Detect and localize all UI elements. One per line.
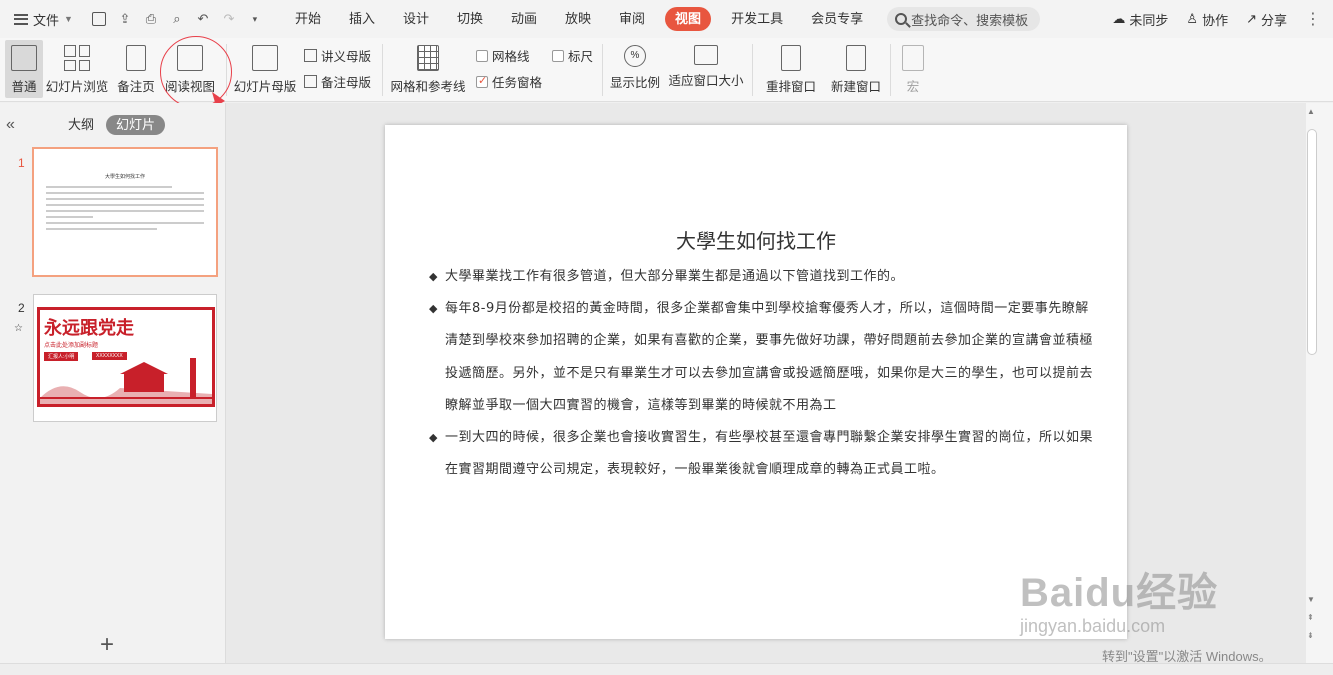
notes-master-icon: [304, 75, 317, 88]
macro-button[interactable]: 宏: [896, 40, 930, 98]
handout-master-label: 讲义母版: [321, 50, 372, 64]
task-pane-checkbox-box: [476, 74, 488, 88]
gridlines-label: 网格线: [492, 50, 530, 64]
ruler-checkbox[interactable]: 标尺: [552, 46, 593, 65]
prev-slide-icon[interactable]: ⇞: [1307, 613, 1314, 622]
command-search-box[interactable]: 查找命令、搜索模板: [887, 7, 1041, 31]
bullet-item: 大學畢業找工作有很多管道，但大部分畢業生都是通過以下管道找到工作的。: [429, 261, 1099, 293]
grid-guides-button[interactable]: 网格和参考线: [390, 40, 466, 98]
slide-title[interactable]: 大學生如何找工作: [385, 225, 1127, 254]
new-window-icon: [846, 45, 866, 71]
collab-label: 协作: [1202, 12, 1229, 28]
tab-animations[interactable]: 动画: [497, 7, 551, 31]
cloud-icon: ☁: [1112, 11, 1126, 26]
handout-master-icon: [304, 49, 317, 62]
current-slide[interactable]: 大學生如何找工作 大學畢業找工作有很多管道，但大部分畢業生都是通過以下管道找到工…: [385, 125, 1127, 639]
grid-guides-label: 网格和参考线: [390, 80, 466, 94]
scroll-down-icon[interactable]: ▼: [1307, 595, 1315, 604]
arrange-window-icon: [781, 45, 801, 71]
ribbon-separator: [752, 44, 753, 96]
ribbon-separator: [382, 44, 383, 96]
tab-slides[interactable]: 幻灯片: [106, 115, 166, 135]
arrange-window-button[interactable]: 重排窗口: [760, 40, 822, 98]
share-label: 分享: [1260, 12, 1287, 28]
arrange-window-label: 重排窗口: [765, 80, 816, 94]
baidu-watermark: Baidu经验: [1020, 571, 1219, 615]
handout-master-button[interactable]: 讲义母版: [304, 46, 371, 65]
macro-label: 宏: [906, 80, 920, 94]
vertical-scrollbar[interactable]: ▲ ▼ ⇞ ⇟: [1306, 103, 1333, 663]
header-actions: ☁ 未同步 ♙ 协作 ↗ 分享 ⋮: [1112, 0, 1321, 38]
notes-master-button[interactable]: 备注母版: [304, 72, 371, 91]
slide-body[interactable]: 大學畢業找工作有很多管道，但大部分畢業生都是通過以下管道找到工作的。 每年8-9…: [429, 261, 1099, 486]
baidu-watermark-url: jingyan.baidu.com: [1020, 616, 1166, 636]
scroll-up-icon[interactable]: ▲: [1307, 107, 1315, 116]
thumb-title: 大學生如何找工作: [104, 174, 145, 180]
sync-label: 未同步: [1129, 12, 1169, 28]
bullet-item: 每年8-9月份都是校招的黃金時間，很多企業都會集中到學校搶奪優秀人才，所以，這個…: [429, 293, 1099, 422]
bullet-item: 一到大四的時候，很多企業也會接收實習生，有些學校甚至還會專門聯繫企業安排學生實習…: [429, 422, 1099, 486]
wps-presentation-window: 文件 ▼ ⇪ ⎙ ⌕ ↶ ↷ ▾ 开始 插入 设计 切换 动画 放映 审阅 视图…: [0, 0, 1333, 675]
fit-window-icon: [694, 45, 718, 65]
macro-icon: [902, 45, 924, 71]
new-window-button[interactable]: 新建窗口: [830, 40, 882, 98]
slide-thumbnail-2[interactable]: 永远跟党走 点击此处添加副标题 汇报人:小明 XXXXXXXX: [33, 294, 217, 422]
search-placeholder: 查找命令、搜索模板: [911, 12, 1029, 28]
fit-window-button[interactable]: 适应窗口大小: [668, 40, 744, 98]
ribbon-separator: [602, 44, 603, 96]
add-slide-icon[interactable]: +: [100, 631, 114, 659]
ribbon-tabs: 开始 插入 设计 切换 动画 放映 审阅 视图 开发工具 会员专享: [281, 7, 877, 31]
tab-view[interactable]: 视图: [665, 7, 712, 31]
share-icon: ↗: [1246, 11, 1257, 26]
share-button[interactable]: ↗ 分享: [1246, 10, 1287, 29]
tab-developer[interactable]: 开发工具: [717, 7, 797, 31]
slide-number: 2: [18, 301, 25, 315]
ruler-label: 标尺: [568, 50, 594, 64]
collapse-panel-icon[interactable]: «: [6, 116, 15, 134]
thumb-headline: 永远跟党走: [44, 318, 134, 339]
zoom-button[interactable]: % 显示比例: [608, 40, 662, 98]
ribbon-separator: [890, 44, 891, 96]
new-window-label: 新建窗口: [830, 80, 881, 94]
search-icon: [895, 13, 908, 25]
thumb-tiananmen-illustration: [40, 358, 212, 404]
tab-insert[interactable]: 插入: [335, 7, 389, 31]
tab-slideshow[interactable]: 放映: [551, 7, 605, 31]
ruler-checkbox-box: [552, 49, 564, 62]
task-pane-label: 任务窗格: [492, 76, 543, 90]
tab-transitions[interactable]: 切换: [443, 7, 497, 31]
magnifier-percent-icon: %: [624, 45, 646, 67]
collaborate-button[interactable]: ♙ 协作: [1186, 10, 1228, 29]
thumb-subtitle: 点击此处添加副标题: [44, 343, 99, 349]
zoom-label: 显示比例: [609, 76, 660, 90]
next-slide-icon[interactable]: ⇟: [1307, 631, 1314, 640]
tab-outline[interactable]: 大纲: [58, 115, 104, 135]
notes-master-label: 备注母版: [321, 76, 372, 90]
slide-number: 1: [18, 156, 25, 170]
windows-activation-notice: 转到"设置"以激活 Windows。: [1102, 649, 1272, 664]
gridlines-checkbox[interactable]: 网格线: [476, 46, 530, 65]
thumb-text-lines: [46, 186, 204, 230]
tab-review[interactable]: 审阅: [605, 7, 659, 31]
more-options-icon[interactable]: ⋮: [1305, 9, 1321, 29]
slide-thumbnail-1[interactable]: 大學生如何找工作: [32, 147, 218, 277]
user-icon: ♙: [1186, 11, 1199, 26]
tab-member[interactable]: 会员专享: [797, 7, 877, 31]
grid-icon: [417, 45, 439, 71]
scrollbar-thumb[interactable]: [1307, 129, 1317, 355]
sync-status-button[interactable]: ☁ 未同步: [1112, 10, 1168, 29]
thumb-red-frame: 永远跟党走 点击此处添加副标题 汇报人:小明 XXXXXXXX: [37, 307, 215, 407]
task-pane-checkbox[interactable]: 任务窗格: [476, 72, 542, 91]
tab-design[interactable]: 设计: [389, 7, 443, 31]
panel-tabs: « 大纲 幻灯片: [0, 115, 226, 137]
slides-panel: « 大纲 幻灯片 1 大學生如何找工作 2 ☆ 永远跟党走 点击此处添加副标题: [0, 103, 226, 663]
fit-window-label: 适应窗口大小: [668, 74, 744, 88]
animation-star-icon: ☆: [14, 323, 23, 334]
gridlines-checkbox-box: [476, 49, 488, 62]
